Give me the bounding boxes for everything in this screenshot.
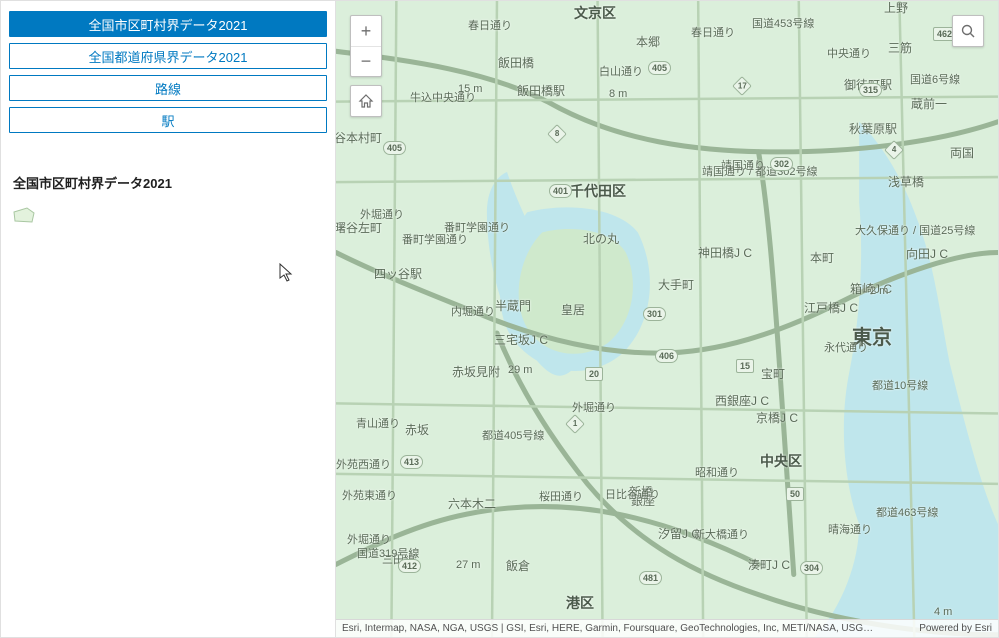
home-icon — [358, 93, 374, 109]
sidebar: 全国市区町村界データ2021 全国都道府県界データ2021 路線 駅 全国市区町… — [1, 1, 336, 637]
app-root: 全国市区町村界データ2021 全国都道府県界データ2021 路線 駅 全国市区町… — [0, 0, 999, 638]
map-controls: + − — [350, 15, 382, 117]
legend-swatch-path — [14, 208, 34, 222]
map-basemap — [336, 1, 998, 637]
zoom-in-button[interactable]: + — [351, 16, 381, 46]
layer-label: 全国市区町村界データ2021 — [89, 15, 248, 34]
layer-btn-2[interactable]: 路線 — [9, 75, 327, 101]
layer-label: 駅 — [161, 111, 174, 130]
plus-icon: + — [361, 21, 372, 42]
attribution-bar: Esri, Intermap, NASA, NGA, USGS | GSI, E… — [336, 619, 998, 637]
layer-btn-0[interactable]: 全国市区町村界データ2021 — [9, 11, 327, 37]
legend-title: 全国市区町村界データ2021 — [13, 173, 327, 192]
legend-row — [13, 206, 327, 224]
layer-list: 全国市区町村界データ2021 全国都道府県界データ2021 路線 駅 — [9, 11, 327, 133]
search-button[interactable] — [952, 15, 984, 47]
home-button[interactable] — [350, 85, 382, 117]
attribution-powered[interactable]: Powered by Esri — [919, 623, 992, 634]
zoom-out-button[interactable]: − — [351, 46, 381, 76]
minus-icon: − — [361, 51, 372, 72]
layer-btn-3[interactable]: 駅 — [9, 107, 327, 133]
search-icon — [960, 23, 976, 39]
zoom-group: + − — [350, 15, 382, 77]
layer-label: 路線 — [155, 79, 181, 98]
legend-swatch — [13, 206, 35, 224]
legend: 全国市区町村界データ2021 — [9, 173, 327, 224]
attribution-sources: Esri, Intermap, NASA, NGA, USGS | GSI, E… — [342, 623, 875, 634]
layer-btn-1[interactable]: 全国都道府県界データ2021 — [9, 43, 327, 69]
layer-label: 全国都道府県界データ2021 — [89, 47, 248, 66]
map-view[interactable]: 東京文京区千代田区中央区港区本郷三筋蔵前一浅草橋両国向田J C江戸橋J C京橋J… — [336, 1, 998, 637]
